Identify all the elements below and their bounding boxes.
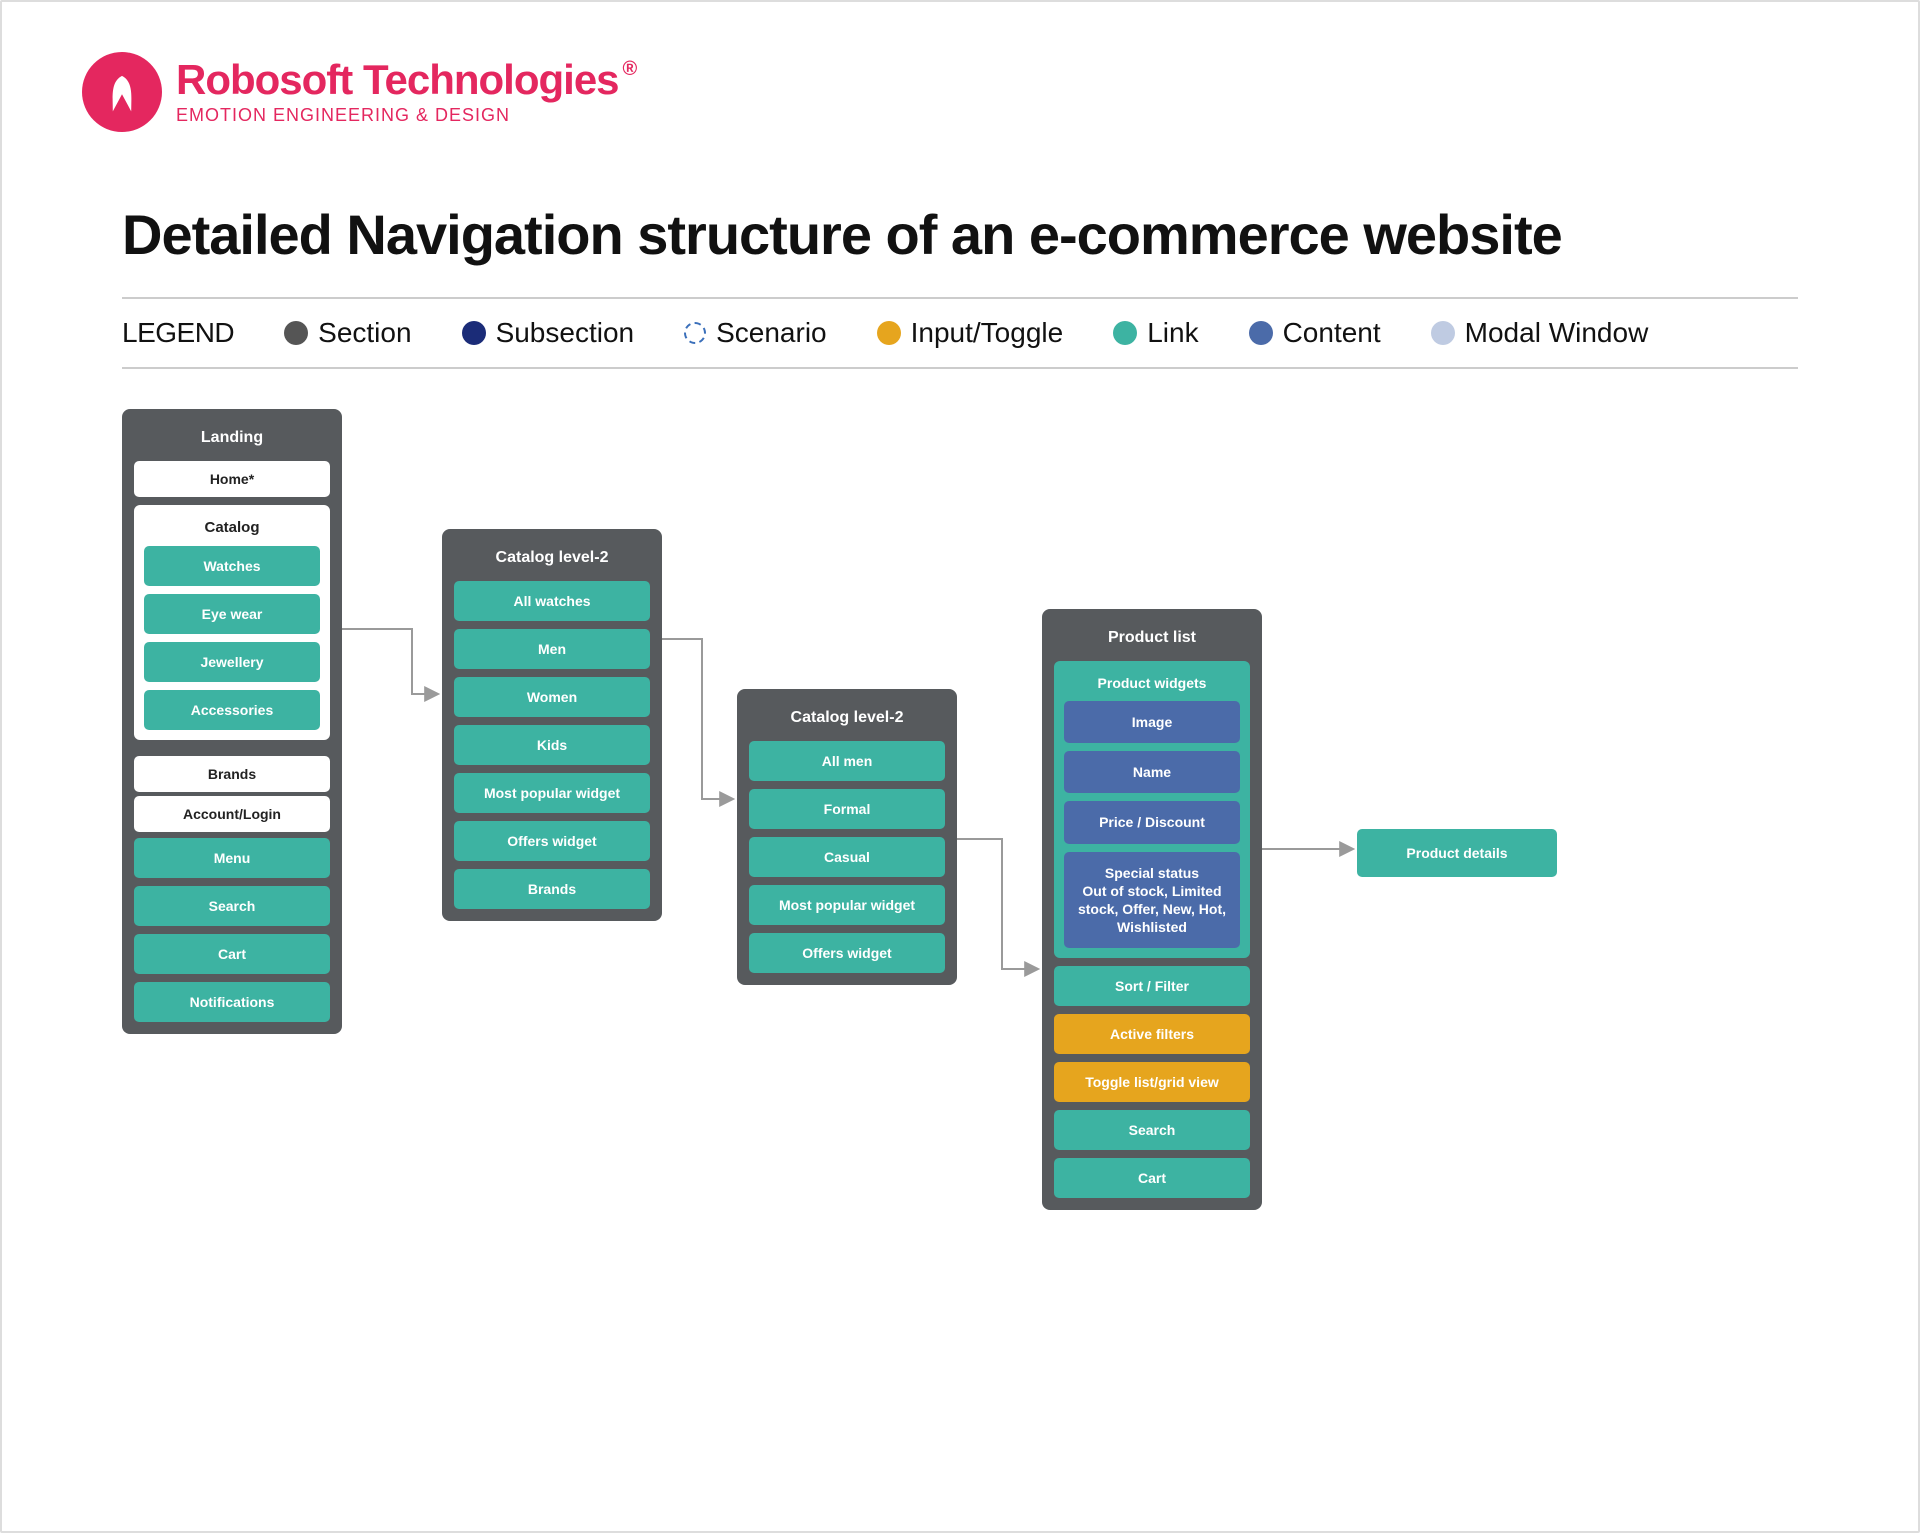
product-list-title: Product list (1054, 621, 1250, 661)
catalog-watches: Watches (144, 546, 320, 586)
catalog-title: Catalog (144, 515, 320, 546)
product-details-endpoint: Product details (1357, 829, 1557, 877)
legend-section: Section (284, 317, 411, 349)
catalog-eyewear: Eye wear (144, 594, 320, 634)
dot-icon (877, 321, 901, 345)
widget-image: Image (1064, 701, 1240, 743)
dot-icon (1431, 321, 1455, 345)
l2a-most-popular: Most popular widget (454, 773, 650, 813)
l2a-women: Women (454, 677, 650, 717)
l2b-all-men: All men (749, 741, 945, 781)
page-title: Detailed Navigation structure of an e-co… (122, 202, 1798, 267)
catalog-subsection: Catalog Watches Eye wear Jewellery Acces… (134, 505, 330, 740)
widget-special-status: Special status Out of stock, Limited sto… (1064, 852, 1240, 949)
legend-input: Input/Toggle (877, 317, 1064, 349)
legend-label: LEGEND (122, 317, 234, 349)
l2b-offers: Offers widget (749, 933, 945, 973)
pl-sort-filter: Sort / Filter (1054, 966, 1250, 1006)
l2a-men: Men (454, 629, 650, 669)
legend-scenario: Scenario (684, 317, 827, 349)
dot-icon (684, 322, 706, 344)
widget-price: Price / Discount (1064, 801, 1240, 843)
landing-title: Landing (134, 421, 330, 461)
dot-icon (1113, 321, 1137, 345)
landing-cart: Cart (134, 934, 330, 974)
dot-icon (284, 321, 308, 345)
legend-bar: LEGEND Section Subsection Scenario Input… (122, 297, 1798, 369)
pl-cart: Cart (1054, 1158, 1250, 1198)
page: Robosoft Technologies® EMOTION ENGINEERI… (0, 0, 1920, 1533)
catalog-accessories: Accessories (144, 690, 320, 730)
registered-icon: ® (623, 58, 637, 80)
l2a-kids: Kids (454, 725, 650, 765)
l2b-casual: Casual (749, 837, 945, 877)
landing-section: Landing Home* Catalog Watches Eye wear J… (122, 409, 342, 1034)
legend-link: Link (1113, 317, 1198, 349)
brand-header: Robosoft Technologies® EMOTION ENGINEERI… (82, 52, 1918, 132)
catalog-l2a-title: Catalog level-2 (454, 541, 650, 581)
legend-modal: Modal Window (1431, 317, 1649, 349)
legend-content: Content (1249, 317, 1381, 349)
catalog-l2b-title: Catalog level-2 (749, 701, 945, 741)
landing-notifications: Notifications (134, 982, 330, 1022)
l2b-formal: Formal (749, 789, 945, 829)
pl-search: Search (1054, 1110, 1250, 1150)
dot-icon (462, 321, 486, 345)
catalog-jewellery: Jewellery (144, 642, 320, 682)
l2b-most-popular: Most popular widget (749, 885, 945, 925)
l2a-brands: Brands (454, 869, 650, 909)
widget-name: Name (1064, 751, 1240, 793)
catalog-l2b-section: Catalog level-2 All men Formal Casual Mo… (737, 689, 957, 985)
product-widgets-subsection: Product widgets Image Name Price / Disco… (1054, 661, 1250, 958)
product-widgets-title: Product widgets (1064, 671, 1240, 701)
legend-subsection: Subsection (462, 317, 635, 349)
landing-brands: Brands (134, 756, 330, 792)
product-list-section: Product list Product widgets Image Name … (1042, 609, 1262, 1210)
landing-menu: Menu (134, 838, 330, 878)
pl-active-filters: Active filters (1054, 1014, 1250, 1054)
brand-logo-icon (82, 52, 162, 132)
brand-name: Robosoft Technologies® (176, 59, 636, 101)
catalog-l2a-section: Catalog level-2 All watches Men Women Ki… (442, 529, 662, 921)
diagram-canvas: Landing Home* Catalog Watches Eye wear J… (122, 409, 1918, 1409)
landing-home: Home* (134, 461, 330, 497)
landing-search: Search (134, 886, 330, 926)
pl-toggle-view: Toggle list/grid view (1054, 1062, 1250, 1102)
l2a-all-watches: All watches (454, 581, 650, 621)
landing-account: Account/Login (134, 796, 330, 832)
dot-icon (1249, 321, 1273, 345)
brand-tagline: EMOTION ENGINEERING & DESIGN (176, 105, 636, 126)
l2a-offers: Offers widget (454, 821, 650, 861)
